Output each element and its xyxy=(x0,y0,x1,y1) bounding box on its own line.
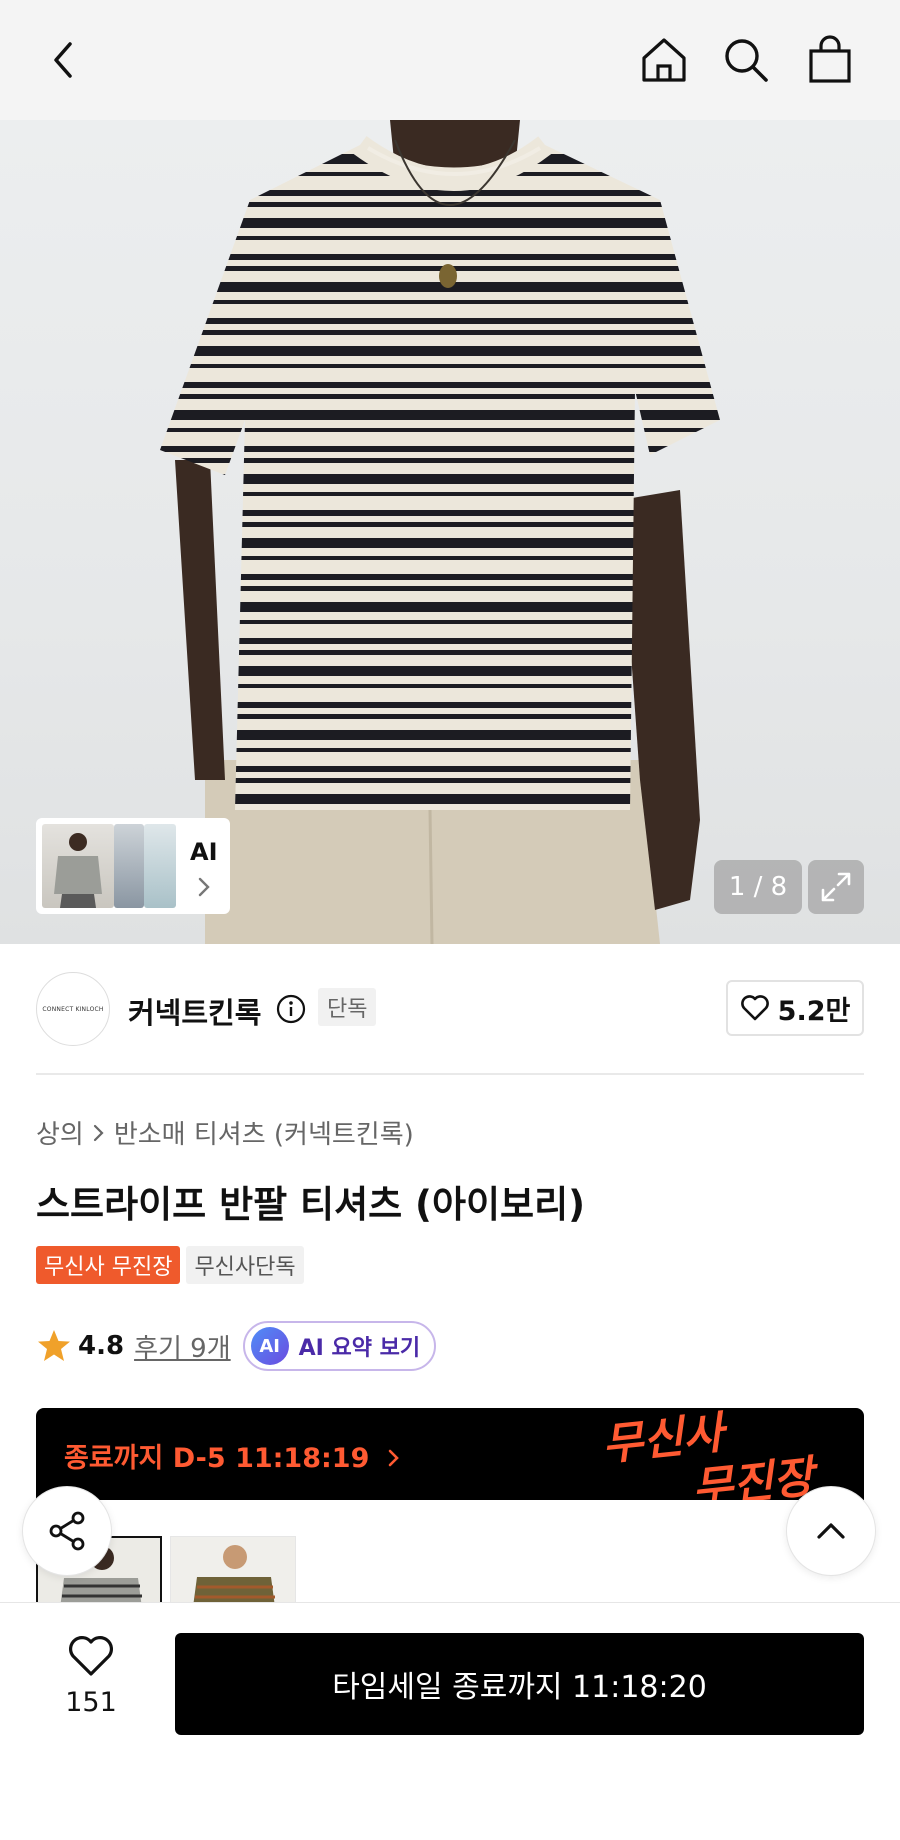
lookbook-thumb-2 xyxy=(114,824,144,908)
expand-icon xyxy=(821,872,851,902)
cart-button[interactable] xyxy=(798,28,862,92)
wishlist-button[interactable]: 151 xyxy=(50,1633,132,1718)
breadcrumb-category[interactable]: 상의 xyxy=(36,1114,84,1151)
wishlist-count: 151 xyxy=(65,1687,117,1718)
brand-name[interactable]: 커넥트킨록 xyxy=(128,990,261,1032)
timesale-banner[interactable]: 종료까지 D-5 11:18:19 무신사 무진장 xyxy=(36,1408,864,1500)
rating-row: 4.8 후기 9개 AI AI 요약 보기 xyxy=(36,1320,437,1372)
lookbook-thumb-1 xyxy=(42,824,114,908)
brand-logo[interactable]: CONNECT KINLOCH xyxy=(36,972,110,1046)
ai-summary-button[interactable]: AI AI 요약 보기 xyxy=(242,1321,437,1371)
back-button[interactable] xyxy=(32,28,96,92)
search-icon xyxy=(725,39,768,82)
search-button[interactable] xyxy=(714,28,778,92)
badge-mujinjang: 무신사 무진장 xyxy=(36,1246,181,1284)
product-badges: 무신사 무진장 무신사단독 xyxy=(36,1246,304,1284)
chevron-right-icon xyxy=(198,877,210,897)
lookbook-thumb-3 xyxy=(144,824,176,908)
chevron-right-icon xyxy=(388,1449,399,1467)
info-icon[interactable] xyxy=(276,994,306,1024)
bottom-action-bar: 151 타임세일 종료까지 11:18:20 xyxy=(0,1602,900,1840)
breadcrumb: 상의 반소매 티셔츠 (커넥트킨록) xyxy=(36,1114,414,1151)
share-icon xyxy=(49,1511,85,1551)
brand-like-button[interactable]: 5.2만 xyxy=(726,980,864,1036)
chevron-up-icon xyxy=(817,1523,845,1539)
buy-button[interactable]: 타임세일 종료까지 11:18:20 xyxy=(175,1633,864,1735)
expand-button[interactable] xyxy=(808,860,864,914)
chevron-right-icon xyxy=(93,1124,104,1141)
banner-countdown-text: 종료까지 D-5 11:18:19 xyxy=(64,1443,370,1474)
heart-icon xyxy=(740,995,769,1021)
banner-countdown: 종료까지 D-5 11:18:19 xyxy=(64,1436,401,1475)
home-icon xyxy=(642,38,686,82)
exclusive-tag: 단독 xyxy=(318,988,377,1026)
share-button[interactable] xyxy=(22,1486,112,1576)
shopping-bag-icon xyxy=(809,35,851,83)
chevron-left-icon xyxy=(54,42,72,78)
brand-row: CONNECT KINLOCH 커넥트킨록 단독 5.2만 xyxy=(36,972,864,1046)
top-navigation-bar xyxy=(0,0,900,120)
ai-summary-label: AI 요약 보기 xyxy=(298,1336,421,1361)
rating-value: 4.8 xyxy=(78,1331,125,1361)
brand-like-count: 5.2만 xyxy=(777,995,851,1027)
breadcrumb-subcategory[interactable]: 반소매 티셔츠 (커넥트킨록) xyxy=(114,1114,414,1151)
product-image[interactable]: AI 1 / 8 xyxy=(0,120,900,944)
ai-label: AI xyxy=(190,838,218,866)
star-icon xyxy=(38,1330,70,1361)
product-title: 스트라이프 반팔 티셔츠 (아이보리) xyxy=(36,1183,586,1226)
ai-badge-icon: AI xyxy=(250,1327,289,1365)
brand-logo-text: CONNECT KINLOCH xyxy=(42,1005,104,1013)
scroll-top-button[interactable] xyxy=(786,1486,876,1576)
badge-exclusive: 무신사단독 xyxy=(186,1246,304,1284)
divider xyxy=(36,1073,864,1075)
color-option-brown[interactable] xyxy=(170,1536,296,1606)
home-button[interactable] xyxy=(632,28,696,92)
review-link[interactable]: 후기 9개 xyxy=(134,1328,231,1365)
image-counter: 1 / 8 xyxy=(714,860,802,914)
heart-icon xyxy=(69,1636,113,1676)
ai-lookbook-button[interactable]: AI xyxy=(36,818,230,914)
